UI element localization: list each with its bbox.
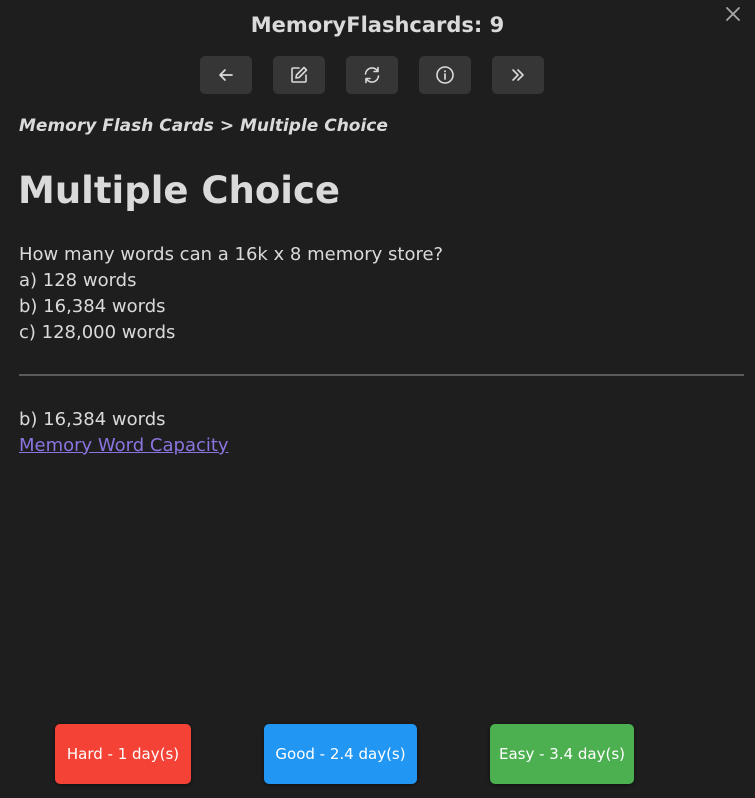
- edit-button[interactable]: [273, 56, 325, 94]
- skip-icon: [508, 65, 528, 85]
- reference-link[interactable]: Memory Word Capacity: [19, 435, 229, 456]
- info-icon: [435, 65, 455, 85]
- question-text: How many words can a 16k x 8 memory stor…: [19, 244, 444, 265]
- good-button[interactable]: Good - 2.4 day(s): [264, 724, 417, 784]
- reset-button[interactable]: [346, 56, 398, 94]
- edit-icon: [289, 65, 309, 85]
- easy-button[interactable]: Easy - 3.4 day(s): [490, 724, 634, 784]
- option-b: b) 16,384 words: [19, 296, 166, 317]
- info-button[interactable]: [419, 56, 471, 94]
- close-icon[interactable]: [721, 2, 745, 26]
- hard-button[interactable]: Hard - 1 day(s): [55, 724, 191, 784]
- arrow-left-icon: [216, 65, 236, 85]
- option-c: c) 128,000 words: [19, 322, 176, 343]
- breadcrumb: Memory Flash Cards > Multiple Choice: [19, 116, 388, 136]
- refresh-icon: [362, 65, 382, 85]
- question-block: How many words can a 16k x 8 memory stor…: [19, 242, 443, 346]
- option-a: a) 128 words: [19, 270, 137, 291]
- modal-title: MemoryFlashcards: 9: [250, 13, 505, 37]
- card-title: Multiple Choice: [18, 169, 340, 212]
- answer-text: b) 16,384 words: [19, 409, 166, 430]
- skip-button[interactable]: [492, 56, 544, 94]
- flashcard-modal: MemoryFlashcards: 9 Memory Flash Cards >…: [0, 0, 755, 798]
- back-button[interactable]: [200, 56, 252, 94]
- answer-block: b) 16,384 words Memory Word Capacity: [19, 407, 229, 459]
- toolbar: [200, 56, 544, 94]
- divider: [19, 374, 744, 376]
